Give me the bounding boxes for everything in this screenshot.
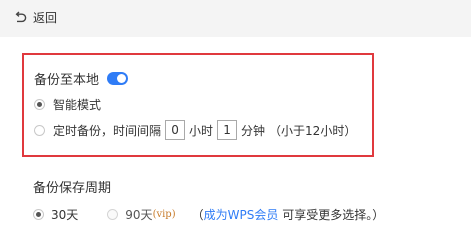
local-backup-title: 备份至本地 xyxy=(34,72,100,88)
vip-badge: (vip) xyxy=(152,208,176,220)
top-bar: 返回 xyxy=(0,0,471,37)
retention-90-radio[interactable] xyxy=(107,208,119,220)
become-wps-member-link[interactable]: 成为WPS会员 xyxy=(204,206,279,223)
smart-mode-option[interactable]: 智能模式 xyxy=(34,95,101,113)
hours-unit: 小时 xyxy=(189,123,214,138)
interval-note: （小于12小时） xyxy=(269,123,357,138)
minutes-input[interactable]: 1 xyxy=(217,120,238,140)
retention-header: 备份保存周期 xyxy=(33,177,112,196)
local-backup-toggle[interactable] xyxy=(107,71,129,85)
scheduled-backup-radio[interactable] xyxy=(34,124,45,136)
scheduled-backup-label: 定时备份，时间间隔 xyxy=(53,123,162,138)
toggle-knob xyxy=(117,73,127,83)
hint-open-paren: （ xyxy=(191,207,204,222)
smart-mode-radio[interactable] xyxy=(34,98,45,110)
retention-title: 备份保存周期 xyxy=(33,180,112,196)
retention-30-radio[interactable] xyxy=(33,208,44,220)
retention-30-label: 30天 xyxy=(51,207,79,222)
smart-mode-label: 智能模式 xyxy=(53,97,102,112)
scheduled-backup-option[interactable]: 定时备份，时间间隔 0 小时 1 分钟 （小于12小时） xyxy=(34,120,356,140)
retention-options: 30天 90天 (vip) （ 成为WPS会员 可享受更多选择。） xyxy=(33,205,384,223)
minutes-unit: 分钟 xyxy=(241,123,266,138)
more-options-hint: 可享受更多选择。） xyxy=(278,207,385,222)
hours-input[interactable]: 0 xyxy=(165,120,186,140)
back-arrow-icon xyxy=(15,11,27,23)
back-button[interactable]: 返回 xyxy=(13,9,57,27)
back-label: 返回 xyxy=(33,11,58,25)
retention-90-label: 90天 xyxy=(125,207,153,222)
local-backup-header: 备份至本地 xyxy=(34,69,129,88)
